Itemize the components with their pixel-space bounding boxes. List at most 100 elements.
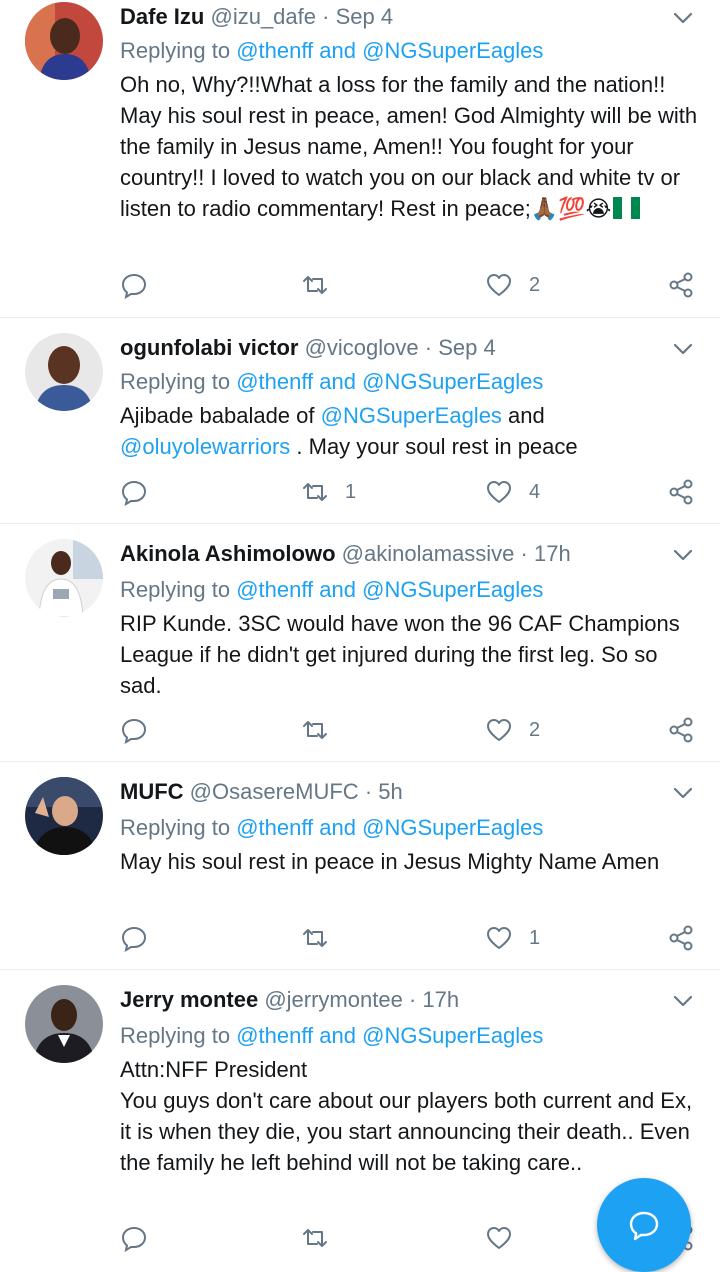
like-button[interactable]: 1 — [485, 918, 540, 958]
timestamp[interactable]: 17h — [422, 987, 459, 1012]
separator-dot: · — [424, 335, 433, 360]
replying-to-label: Replying to — [120, 815, 237, 840]
user-handle[interactable]: @vicoglove — [305, 335, 419, 360]
nigeria-flag-icon — [613, 196, 641, 219]
and-text: and — [313, 1023, 363, 1048]
retweet-icon — [303, 1229, 327, 1247]
separator-dot: · — [364, 779, 373, 804]
avatar[interactable] — [25, 539, 103, 617]
reply-icon — [121, 273, 147, 299]
tweet-text: Attn:NFF President You guys don't care a… — [120, 1054, 705, 1178]
share-button[interactable] — [667, 265, 695, 305]
tweet[interactable]: MUFC @OsasereMUFC · 5h Replying to @then… — [0, 762, 720, 970]
tweet[interactable]: Dafe Izu @izu_dafe · Sep 4 Replying to @… — [0, 0, 720, 318]
separator-dot: · — [408, 987, 417, 1012]
retweet-button[interactable] — [301, 918, 345, 958]
tweet-text: RIP Kunde. 3SC would have won the 96 CAF… — [120, 608, 705, 701]
heart-icon — [487, 481, 511, 503]
display-name[interactable]: Dafe Izu — [120, 4, 204, 29]
tweet-body: and — [501, 403, 545, 428]
timestamp[interactable]: Sep 4 — [336, 4, 394, 29]
chevron-down-icon[interactable] — [672, 338, 694, 360]
avatar[interactable] — [25, 985, 103, 1063]
reply-button[interactable] — [120, 918, 164, 958]
mention-link[interactable]: @oluyolewarriors — [120, 434, 290, 459]
tweet-header: Dafe Izu @izu_dafe · Sep 4 — [120, 2, 650, 32]
avatar[interactable] — [25, 333, 103, 411]
share-icon — [669, 272, 693, 298]
tweet-body: RIP Kunde. 3SC would have won the 96 CAF… — [120, 611, 680, 698]
display-name[interactable]: MUFC — [120, 779, 184, 804]
share-button[interactable] — [667, 472, 695, 512]
mention-link[interactable]: @NGSuperEagles — [362, 1023, 543, 1048]
replying-to-label: Replying to — [120, 38, 237, 63]
user-handle[interactable]: @izu_dafe — [210, 4, 316, 29]
mention-link[interactable]: @thenff — [236, 815, 313, 840]
replying-to-label: Replying to — [120, 1023, 237, 1048]
retweet-icon — [303, 276, 327, 294]
reply-button[interactable] — [120, 710, 164, 750]
heart-icon — [487, 927, 511, 949]
mention-link[interactable]: @NGSuperEagles — [362, 577, 543, 602]
tweet-body: . May your soul rest in peace — [290, 434, 578, 459]
reply-icon — [121, 1226, 147, 1252]
display-name[interactable]: Akinola Ashimolowo — [120, 541, 336, 566]
tweet[interactable]: Akinola Ashimolowo @akinolamassive · 17h… — [0, 524, 720, 762]
chevron-down-icon[interactable] — [672, 782, 694, 804]
avatar[interactable] — [25, 2, 103, 80]
retweet-button[interactable] — [301, 1218, 345, 1258]
share-icon — [669, 925, 693, 951]
heart-icon — [487, 1227, 511, 1249]
tweet-actions: 1 — [0, 918, 720, 958]
emoji: 🙏🏾💯😭 — [530, 196, 612, 221]
compose-reply-icon — [629, 1211, 659, 1241]
share-button[interactable] — [667, 710, 695, 750]
tweet-text: May his soul rest in peace in Jesus Migh… — [120, 846, 680, 877]
tweet-text: Oh no, Why?!!What a loss for the family … — [120, 69, 705, 224]
tweet-header: Jerry montee @jerrymontee · 17h — [120, 985, 650, 1015]
user-handle[interactable]: @jerrymontee — [264, 987, 403, 1012]
like-button[interactable]: 2 — [485, 265, 540, 305]
display-name[interactable]: Jerry montee — [120, 987, 258, 1012]
avatar[interactable] — [25, 777, 103, 855]
timestamp[interactable]: Sep 4 — [438, 335, 496, 360]
user-handle[interactable]: @OsasereMUFC — [190, 779, 359, 804]
tweet-header: Akinola Ashimolowo @akinolamassive · 17h — [120, 539, 650, 569]
mention-link[interactable]: @thenff — [236, 38, 313, 63]
tweet-body: Ajibade babalade of — [120, 403, 321, 428]
share-button[interactable] — [667, 918, 695, 958]
reply-icon — [121, 480, 147, 506]
heart-icon — [487, 719, 511, 741]
mention-link[interactable]: @NGSuperEagles — [321, 403, 502, 428]
retweet-button[interactable]: 1 — [301, 472, 356, 512]
like-button[interactable] — [485, 1218, 529, 1258]
mention-link[interactable]: @NGSuperEagles — [362, 369, 543, 394]
user-handle[interactable]: @akinolamassive — [342, 541, 515, 566]
display-name[interactable]: ogunfolabi victor — [120, 335, 298, 360]
timestamp[interactable]: 5h — [378, 779, 402, 804]
like-count: 4 — [529, 480, 541, 503]
reply-button[interactable] — [120, 1218, 164, 1258]
mention-link[interactable]: @thenff — [236, 369, 313, 394]
mention-link[interactable]: @thenff — [236, 1023, 313, 1048]
chevron-down-icon[interactable] — [672, 7, 694, 29]
retweet-button[interactable] — [301, 710, 345, 750]
and-text: and — [313, 369, 363, 394]
compose-reply-button[interactable] — [597, 1178, 691, 1272]
like-button[interactable]: 4 — [485, 472, 540, 512]
tweet[interactable]: ogunfolabi victor @vicoglove · Sep 4 Rep… — [0, 318, 720, 524]
timestamp[interactable]: 17h — [534, 541, 571, 566]
mention-link[interactable]: @NGSuperEagles — [362, 815, 543, 840]
reply-button[interactable] — [120, 472, 164, 512]
like-button[interactable]: 2 — [485, 710, 540, 750]
mention-link[interactable]: @NGSuperEagles — [362, 38, 543, 63]
reply-button[interactable] — [120, 265, 164, 305]
chevron-down-icon[interactable] — [672, 990, 694, 1012]
tweet-text: Ajibade babalade of @NGSuperEagles and @… — [120, 400, 705, 462]
chevron-down-icon[interactable] — [672, 544, 694, 566]
retweet-button[interactable] — [301, 265, 345, 305]
like-count: 2 — [529, 273, 541, 296]
tweet-body: May his soul rest in peace in Jesus Migh… — [120, 849, 660, 874]
mention-link[interactable]: @thenff — [236, 577, 313, 602]
reply-icon — [121, 718, 147, 744]
